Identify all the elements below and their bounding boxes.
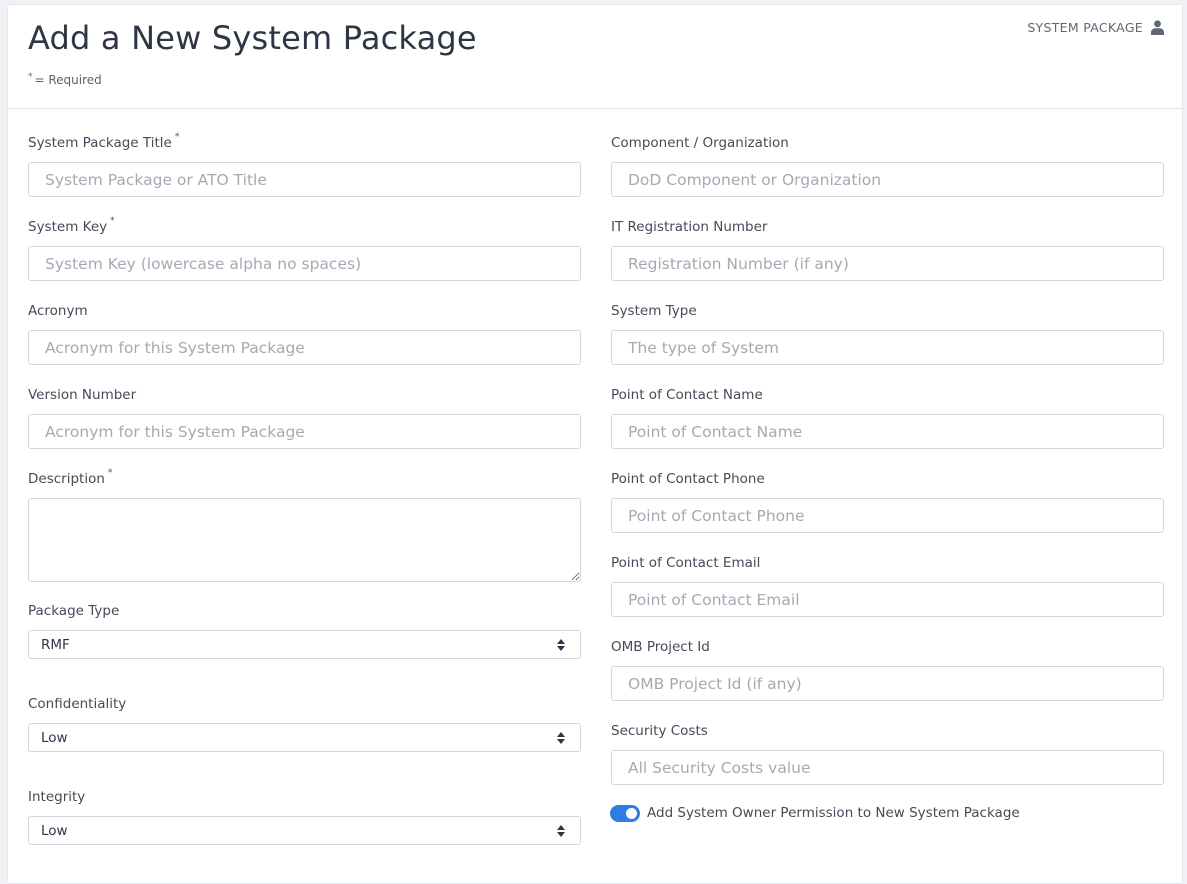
package-type-select[interactable]: RMF (28, 630, 581, 659)
toggle-knob (626, 808, 637, 819)
required-note-text: = Required (34, 73, 102, 87)
poc-email-label: Point of Contact Email (611, 555, 761, 571)
confidentiality-label: Confidentiality (28, 696, 127, 712)
acronym-input[interactable] (28, 330, 581, 365)
system-key-input[interactable] (28, 246, 581, 281)
select-arrows-icon (557, 825, 565, 837)
security-costs-input[interactable] (611, 750, 1164, 785)
form-header: Add a New System Package * = Required SYS… (8, 5, 1182, 109)
poc-email-input[interactable] (611, 582, 1164, 617)
system-key-required-star: * (110, 216, 115, 226)
omb-project-id-label: OMB Project Id (611, 639, 710, 655)
poc-name-label: Point of Contact Name (611, 387, 763, 403)
system-type-input[interactable] (611, 330, 1164, 365)
component-organization-input[interactable] (611, 162, 1164, 197)
description-label-text: Description (28, 471, 105, 487)
system-key-label-text: System Key (28, 219, 108, 235)
title-label: System Package Title * (28, 132, 180, 151)
acronym-label: Acronym (28, 303, 88, 319)
required-note: * = Required (28, 72, 102, 87)
system-package-link[interactable]: SYSTEM PACKAGE (1027, 20, 1164, 35)
version-number-label: Version Number (28, 387, 137, 403)
system-owner-permission-label: Add System Owner Permission to New Syste… (647, 805, 1020, 821)
it-registration-input[interactable] (611, 246, 1164, 281)
version-number-input[interactable] (28, 414, 581, 449)
description-textarea[interactable] (28, 498, 581, 582)
required-note-symbol: * (28, 72, 33, 82)
integrity-select[interactable]: Low (28, 816, 581, 845)
system-owner-permission-toggle[interactable] (610, 805, 640, 822)
poc-phone-label: Point of Contact Phone (611, 471, 765, 487)
confidentiality-value: Low (41, 730, 68, 746)
description-required-star: * (107, 468, 113, 478)
select-arrows-icon (557, 639, 565, 651)
title-required-star: * (174, 132, 180, 142)
user-icon (1151, 20, 1164, 35)
description-label: Description * (28, 468, 113, 487)
package-type-value: RMF (41, 637, 70, 653)
page-title: Add a New System Package (28, 19, 477, 57)
package-type-label: Package Type (28, 603, 120, 619)
it-registration-label: IT Registration Number (611, 219, 768, 235)
poc-name-input[interactable] (611, 414, 1164, 449)
poc-phone-input[interactable] (611, 498, 1164, 533)
system-package-link-label: SYSTEM PACKAGE (1027, 20, 1143, 35)
form-card: Add a New System Package * = Required SYS… (7, 4, 1183, 884)
component-label: Component / Organization (611, 135, 789, 151)
omb-project-id-input[interactable] (611, 666, 1164, 701)
select-arrows-icon (557, 732, 565, 744)
confidentiality-select[interactable]: Low (28, 723, 581, 752)
integrity-value: Low (41, 823, 68, 839)
title-label-text: System Package Title (28, 135, 172, 151)
integrity-label: Integrity (28, 789, 86, 805)
system-key-label: System Key * (28, 216, 115, 235)
system-package-title-input[interactable] (28, 162, 581, 197)
system-type-label: System Type (611, 303, 697, 319)
security-costs-label: Security Costs (611, 723, 708, 739)
